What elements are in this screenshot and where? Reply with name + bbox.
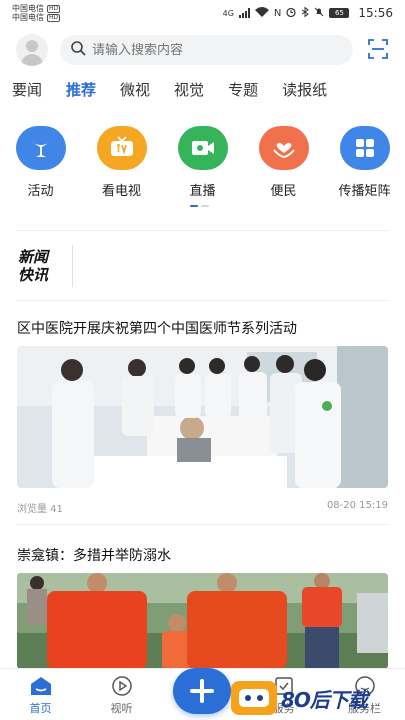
tab-recommend[interactable]: 推荐: [66, 74, 96, 108]
entry-matrix-label: 传播矩阵: [338, 184, 391, 199]
nav-home[interactable]: 首页: [0, 669, 81, 720]
tv-icon: [96, 126, 147, 170]
article-image[interactable]: [17, 573, 388, 669]
tab-yaowen[interactable]: 要闻: [12, 74, 42, 108]
article-meta: 浏览量 41 08-20 15:19: [17, 500, 388, 515]
article-image[interactable]: [17, 346, 388, 488]
channel-tabs: 要闻 推荐 微视 视觉 专题 读报纸: [0, 74, 405, 108]
battery-icon: 65: [329, 8, 350, 18]
publish-date: 08-20 15:19: [326, 500, 388, 511]
entry-live-label: 直播: [189, 184, 216, 199]
nfc-icon: N: [273, 7, 282, 19]
watermark-robot-icon: [231, 681, 277, 715]
carrier-1: 中国电信: [12, 4, 44, 13]
hd-badge: HD: [47, 4, 61, 13]
entry-tv-label: 看电视: [101, 184, 141, 199]
convenience-icon: [258, 126, 309, 170]
flash-news-logo: 新闻 快讯: [18, 248, 49, 284]
flash-separator: [72, 245, 73, 287]
avatar[interactable]: [16, 34, 48, 66]
wifi-icon: [254, 6, 269, 20]
entry-matrix[interactable]: 传播矩阵: [324, 126, 405, 202]
carrier-2: 中国电信: [12, 13, 44, 22]
divider: [16, 524, 389, 525]
matrix-icon: [339, 126, 390, 170]
tab-microvideo[interactable]: 微视: [120, 74, 150, 108]
clock: 15:56: [358, 6, 393, 20]
activity-icon: [15, 126, 66, 170]
scan-icon[interactable]: [367, 38, 391, 62]
nav-listen[interactable]: 视听: [81, 669, 162, 720]
divider: [16, 230, 389, 231]
entry-activity-label: 活动: [27, 184, 54, 199]
article-title[interactable]: 崇龛镇：多措并举防溺水: [17, 545, 389, 565]
entry-convenience[interactable]: 便民: [243, 126, 324, 202]
watermark-text: 8O后下载: [281, 687, 368, 712]
signal-icon: [238, 8, 250, 18]
search-bar[interactable]: [60, 35, 353, 65]
search-input[interactable]: [92, 42, 343, 58]
hd-badge: HD: [47, 13, 61, 22]
view-count: 浏览量 41: [17, 504, 63, 515]
alarm-icon: [286, 7, 297, 20]
tab-topics[interactable]: 专题: [228, 74, 258, 108]
entry-tv[interactable]: 看电视: [81, 126, 162, 202]
mute-icon: [314, 7, 324, 20]
carrier-info: 中国电信 HD 中国电信 HD: [12, 4, 61, 22]
quick-entries: 活动 看电视 直播 便民 传播矩阵: [0, 126, 405, 202]
play-icon: [110, 675, 134, 697]
search-icon: [70, 40, 86, 60]
divider: [16, 300, 389, 301]
page-indicator: [190, 205, 209, 207]
flash-news[interactable]: 新闻 快讯: [18, 242, 73, 290]
article-title[interactable]: 区中医院开展庆祝第四个中国医师节系列活动: [17, 318, 389, 338]
entry-live[interactable]: 直播: [162, 126, 243, 202]
bluetooth-icon: [301, 5, 310, 20]
entry-convenience-label: 便民: [270, 184, 297, 199]
tab-visual[interactable]: 视觉: [174, 74, 204, 108]
tab-newspaper[interactable]: 读报纸: [282, 74, 327, 108]
top-header: [0, 32, 405, 68]
nav-listen-label: 视听: [110, 702, 133, 715]
status-icons: 4G N 65 15:56: [222, 5, 393, 20]
nav-home-label: 首页: [29, 702, 52, 715]
live-camera-icon: [177, 126, 228, 170]
home-icon: [29, 675, 53, 697]
watermark-logo: 8O后下载: [231, 678, 399, 718]
status-bar: 中国电信 HD 中国电信 HD 4G N 65 15:56: [0, 0, 405, 26]
publish-plus-button[interactable]: [173, 668, 231, 714]
network-type: 4G: [222, 8, 234, 18]
entry-activity[interactable]: 活动: [0, 126, 81, 202]
